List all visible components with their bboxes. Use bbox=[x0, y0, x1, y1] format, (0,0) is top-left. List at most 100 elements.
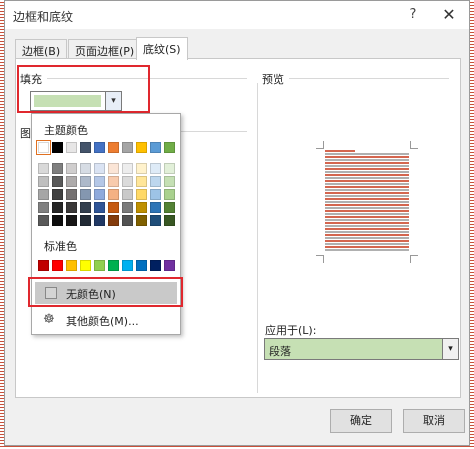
theme-color-swatch[interactable] bbox=[108, 142, 119, 153]
theme-color-swatch[interactable] bbox=[164, 163, 175, 174]
theme-color-swatch[interactable] bbox=[38, 189, 49, 200]
theme-color-swatch[interactable] bbox=[122, 176, 133, 187]
theme-color-swatch[interactable] bbox=[94, 189, 105, 200]
preview-text-line bbox=[325, 198, 409, 200]
theme-color-swatch[interactable] bbox=[108, 202, 119, 213]
standard-color-swatch[interactable] bbox=[94, 260, 105, 271]
theme-color-swatch[interactable] bbox=[94, 163, 105, 174]
preview-text-line bbox=[325, 195, 409, 197]
theme-color-swatch[interactable] bbox=[164, 202, 175, 213]
standard-color-swatch[interactable] bbox=[136, 260, 147, 271]
theme-color-swatch[interactable] bbox=[136, 142, 147, 153]
theme-color-swatch[interactable] bbox=[52, 163, 63, 174]
theme-color-swatch[interactable] bbox=[108, 176, 119, 187]
theme-colors-heading: 主题颜色 bbox=[44, 124, 88, 137]
preview-label: 预览 bbox=[262, 73, 284, 86]
theme-color-swatch[interactable] bbox=[136, 176, 147, 187]
theme-color-swatch[interactable] bbox=[94, 176, 105, 187]
theme-color-swatch[interactable] bbox=[80, 189, 91, 200]
preview-text-line bbox=[325, 216, 409, 218]
preview-corner-br bbox=[410, 255, 418, 263]
theme-color-swatch[interactable] bbox=[150, 163, 161, 174]
theme-color-swatch[interactable] bbox=[94, 142, 105, 153]
theme-color-swatch[interactable] bbox=[38, 176, 49, 187]
theme-color-swatch[interactable] bbox=[38, 202, 49, 213]
theme-color-swatch[interactable] bbox=[52, 176, 63, 187]
theme-color-swatch[interactable] bbox=[122, 189, 133, 200]
help-button[interactable]: ? bbox=[403, 5, 423, 25]
preview-text-line bbox=[325, 153, 409, 155]
more-colors-option[interactable]: ☸ 其他颜色(M)... bbox=[35, 309, 177, 331]
theme-color-swatch[interactable] bbox=[66, 189, 77, 200]
theme-color-swatch[interactable] bbox=[52, 202, 63, 213]
standard-color-swatch[interactable] bbox=[164, 260, 175, 271]
preview-text-line bbox=[325, 219, 409, 221]
theme-color-swatch[interactable] bbox=[94, 202, 105, 213]
theme-color-swatch[interactable] bbox=[52, 189, 63, 200]
preview-corner-tr bbox=[410, 141, 418, 149]
theme-color-swatch[interactable] bbox=[80, 163, 91, 174]
theme-color-swatch[interactable] bbox=[164, 142, 175, 153]
standard-color-swatch[interactable] bbox=[52, 260, 63, 271]
theme-color-swatch[interactable] bbox=[136, 202, 147, 213]
preview-page bbox=[325, 150, 409, 254]
theme-color-swatch[interactable] bbox=[122, 163, 133, 174]
theme-color-swatch[interactable] bbox=[52, 142, 63, 153]
close-button[interactable]: ✕ bbox=[437, 4, 461, 26]
theme-color-swatch[interactable] bbox=[66, 176, 77, 187]
theme-color-swatch[interactable] bbox=[36, 140, 51, 155]
theme-color-swatch[interactable] bbox=[150, 202, 161, 213]
theme-color-swatch[interactable] bbox=[164, 176, 175, 187]
theme-color-swatch[interactable] bbox=[150, 189, 161, 200]
borders-shading-dialog: 边框和底纹 ? ✕ 边框(B) 页面边框(P) 底纹(S) 填充 ▾ 图 预览 … bbox=[4, 0, 470, 446]
theme-color-swatch[interactable] bbox=[80, 215, 91, 226]
preview-text-line bbox=[325, 222, 409, 224]
preview-text-line bbox=[325, 174, 409, 176]
preview-text-line bbox=[325, 177, 409, 179]
tab-shading[interactable]: 底纹(S) bbox=[136, 37, 188, 60]
theme-color-swatch[interactable] bbox=[136, 215, 147, 226]
theme-color-swatch[interactable] bbox=[66, 142, 77, 153]
theme-color-swatch[interactable] bbox=[94, 215, 105, 226]
preview-text-line bbox=[325, 249, 409, 251]
standard-color-swatch[interactable] bbox=[122, 260, 133, 271]
theme-color-swatch[interactable] bbox=[52, 215, 63, 226]
theme-color-swatch[interactable] bbox=[66, 163, 77, 174]
preview-text-line bbox=[325, 240, 409, 242]
theme-color-swatch[interactable] bbox=[164, 215, 175, 226]
tab-borders[interactable]: 边框(B) bbox=[15, 39, 68, 59]
theme-color-swatch[interactable] bbox=[80, 142, 91, 153]
standard-color-swatch[interactable] bbox=[80, 260, 91, 271]
theme-color-swatch[interactable] bbox=[66, 215, 77, 226]
tab-page-border[interactable]: 页面边框(P) bbox=[68, 39, 142, 59]
theme-color-swatch[interactable] bbox=[150, 176, 161, 187]
preview-text-line bbox=[325, 201, 409, 203]
theme-color-swatch[interactable] bbox=[80, 176, 91, 187]
chevron-down-icon[interactable]: ▾ bbox=[442, 339, 458, 359]
theme-color-swatch[interactable] bbox=[122, 202, 133, 213]
theme-color-swatch[interactable] bbox=[122, 215, 133, 226]
apply-to-select[interactable]: 段落 ▾ bbox=[264, 338, 459, 360]
theme-color-swatch[interactable] bbox=[108, 163, 119, 174]
theme-color-swatch[interactable] bbox=[80, 202, 91, 213]
standard-color-swatch[interactable] bbox=[38, 260, 49, 271]
standard-color-swatch[interactable] bbox=[66, 260, 77, 271]
preview-text-line bbox=[325, 231, 409, 233]
theme-color-swatch[interactable] bbox=[164, 189, 175, 200]
theme-color-swatch[interactable] bbox=[136, 163, 147, 174]
theme-color-swatch[interactable] bbox=[150, 215, 161, 226]
pattern-divider bbox=[181, 131, 247, 132]
theme-color-swatch[interactable] bbox=[108, 189, 119, 200]
theme-color-swatch[interactable] bbox=[66, 202, 77, 213]
theme-color-swatch[interactable] bbox=[150, 142, 161, 153]
standard-color-swatch[interactable] bbox=[150, 260, 161, 271]
standard-color-swatch[interactable] bbox=[108, 260, 119, 271]
theme-color-swatch[interactable] bbox=[108, 215, 119, 226]
theme-color-swatch[interactable] bbox=[38, 215, 49, 226]
title-bar: 边框和底纹 ? ✕ bbox=[5, 1, 469, 29]
ok-button[interactable]: 确定 bbox=[330, 409, 392, 433]
theme-color-swatch[interactable] bbox=[122, 142, 133, 153]
cancel-button[interactable]: 取消 bbox=[403, 409, 465, 433]
theme-color-swatch[interactable] bbox=[136, 189, 147, 200]
theme-color-swatch[interactable] bbox=[38, 163, 49, 174]
